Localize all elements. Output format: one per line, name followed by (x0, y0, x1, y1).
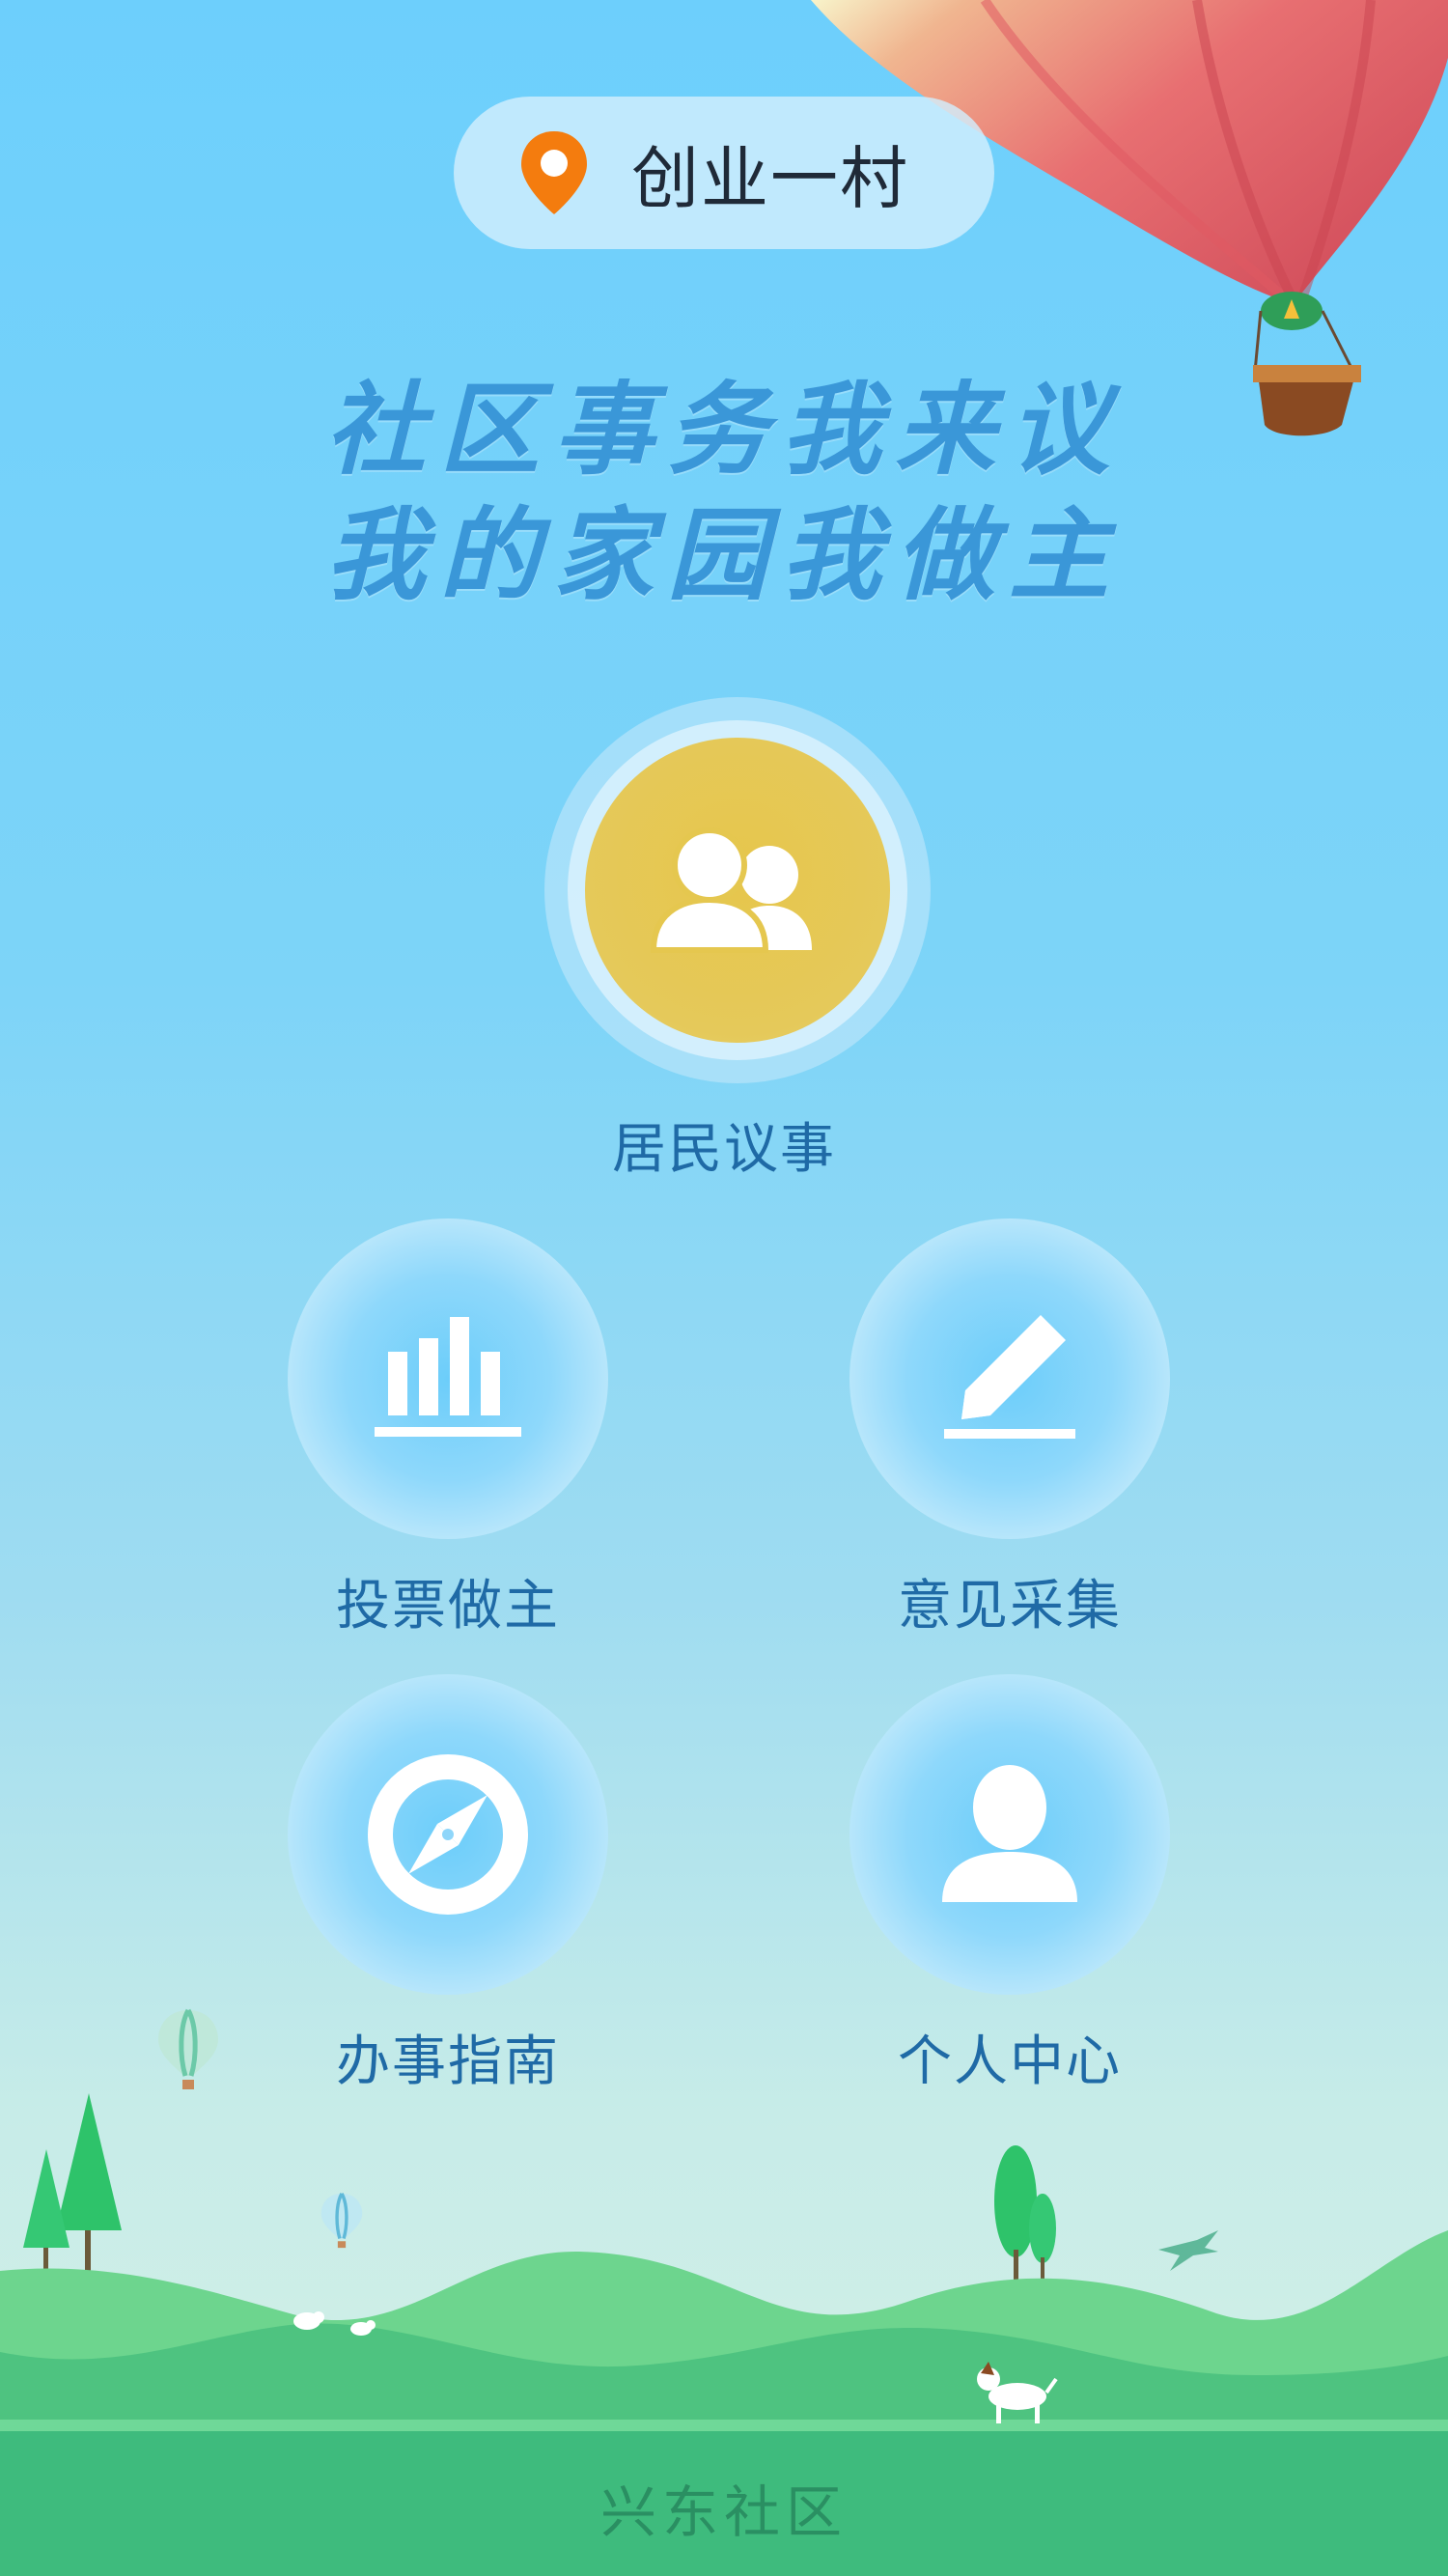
community-name: 兴东社区 (599, 2479, 848, 2545)
service-guide-button[interactable] (288, 1674, 608, 1995)
personal-center-button[interactable] (849, 1674, 1170, 1995)
resident-discussion-label: 居民议事 (612, 1118, 836, 1181)
location-selector[interactable]: 创业一村 (454, 97, 994, 249)
service-guide-label: 办事指南 (336, 2030, 560, 2093)
slogan-line-1: 社区事务我来议 (324, 370, 1123, 489)
resident-discussion-button[interactable] (585, 738, 890, 1043)
vote-button[interactable] (288, 1218, 608, 1539)
opinion-collection-button[interactable] (849, 1218, 1170, 1539)
slogan-line-2: 我的家园我做主 (324, 495, 1123, 614)
person-icon (942, 1765, 1077, 1902)
opinion-collection-label: 意见采集 (898, 1575, 1122, 1638)
location-pin-icon (521, 131, 587, 214)
vote-label: 投票做主 (336, 1575, 560, 1638)
pen-edit-icon (944, 1315, 1075, 1439)
small-balloon-illustration (158, 2008, 218, 2089)
personal-center-label: 个人中心 (898, 2030, 1122, 2093)
location-name: 创业一村 (631, 138, 909, 218)
bar-chart-icon (375, 1317, 521, 1437)
people-group-icon (650, 827, 812, 953)
compass-icon (368, 1754, 528, 1915)
